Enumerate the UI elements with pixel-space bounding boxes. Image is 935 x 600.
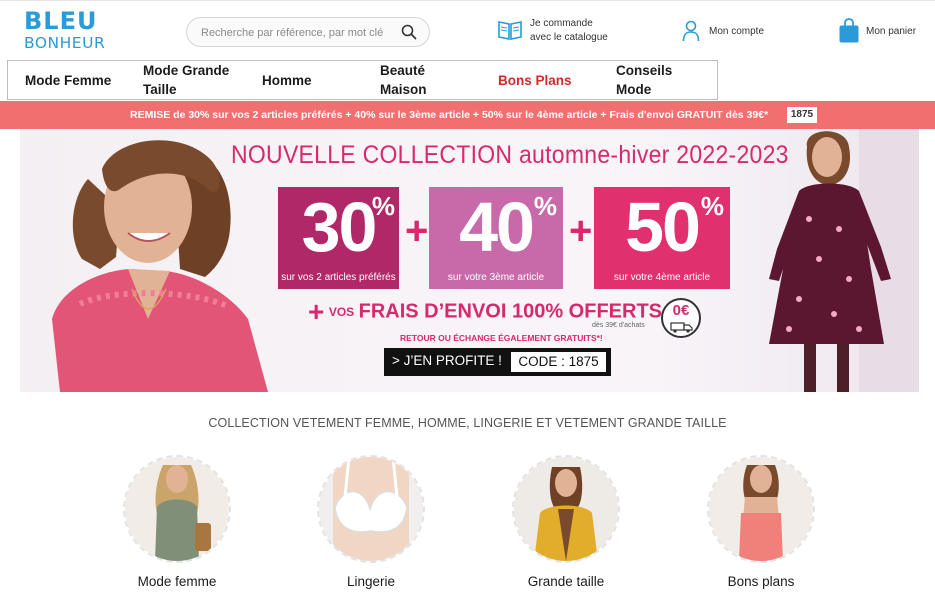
cta-code: CODE : 1875 [511, 352, 606, 372]
free-shipping-badge: 0€ [661, 298, 701, 338]
cart-label: Mon panier [866, 26, 917, 37]
delivery-truck-icon [670, 322, 693, 333]
nav-item-bons-plans[interactable]: Bons Plans [498, 61, 588, 99]
logo-line-2: BONHEUR [24, 34, 106, 52]
search-box [186, 17, 430, 47]
category-image-grande-taille [512, 455, 620, 563]
catalogue-line-1: Je commande [530, 18, 593, 29]
account-label: Mon compte [709, 26, 765, 37]
promo-code: 1875 [787, 107, 817, 123]
catalogue-text: Je commande avec le catalogue [530, 17, 630, 45]
nav-item-mode-femme[interactable]: Mode Femme [25, 61, 135, 99]
discount-tile-50: 50 % sur votre 4ème article [594, 187, 730, 289]
plus-sign-1: + [405, 209, 429, 253]
promo-strip[interactable]: REMISE de 30% sur vos 2 articles préféré… [0, 101, 935, 129]
cart-link[interactable]: Mon panier [838, 18, 933, 46]
category-label-lingerie: Lingerie [346, 574, 396, 589]
discount-caption-30: sur vos 2 articles préférés [281, 272, 396, 283]
nav-item-mode-grande-taille[interactable]: Mode Grande Taille [143, 61, 235, 99]
discount-tile-30: 30 % sur vos 2 articles préférés [278, 187, 399, 289]
discount-unit-30: % [371, 191, 395, 221]
free-shipping-zero: 0€ [672, 302, 690, 319]
offer-plus: + [308, 296, 325, 327]
search-icon[interactable] [401, 24, 417, 40]
user-icon [682, 20, 700, 42]
category-mode-femme[interactable]: Mode femme [107, 455, 247, 595]
catalogue-link[interactable]: Je commande avec le catalogue [497, 17, 627, 49]
discount-caption-50: sur votre 4ème article [613, 272, 711, 283]
nav-item-homme[interactable]: Homme [262, 61, 332, 99]
category-bons-plans[interactable]: Bons plans [691, 455, 831, 595]
shopping-bag-icon [839, 18, 859, 43]
free-shipping-minimum: dès 39€ d'achats [592, 322, 645, 329]
nav-item-conseils-mode[interactable]: Conseils Mode [616, 61, 686, 99]
nav-item-beaute-maison[interactable]: Beauté Maison [380, 61, 440, 99]
category-image-lingerie [317, 455, 425, 563]
category-image-mode-femme [123, 455, 231, 563]
logo-line-1: BLEU [24, 7, 98, 35]
plus-sign-2: + [569, 209, 593, 253]
banner-headline: NOUVELLE COLLECTION automne-hiver 2022-2… [231, 141, 789, 169]
logo[interactable]: BLEU BONHEUR [24, 9, 124, 55]
catalogue-book-icon [498, 21, 522, 40]
category-lingerie[interactable]: Lingerie [301, 455, 441, 595]
discount-unit-40: % [533, 191, 557, 221]
account-link[interactable]: Mon compte [682, 20, 782, 44]
collection-title: COLLECTION VETEMENT FEMME, HOMME, LINGER… [208, 416, 727, 430]
main-nav: Mode Femme Mode Grande Taille Homme Beau… [7, 60, 718, 100]
free-returns-text: RETOUR OU ÉCHANGE ÉGALEMENT GRATUITS*! [400, 333, 603, 343]
cta-label: > J’EN PROFITE ! [392, 353, 502, 368]
discount-caption-40: sur votre 3ème article [447, 272, 545, 283]
category-label-bons-plans: Bons plans [727, 574, 795, 589]
offer-main: FRAIS D’ENVOI 100% OFFERTS [358, 300, 662, 323]
discount-unit-50: % [700, 191, 724, 221]
category-image-bons-plans [707, 455, 815, 563]
category-label-grande-taille: Grande taille [527, 574, 605, 589]
catalogue-line-2: avec le catalogue [530, 32, 608, 43]
promo-text: REMISE de 30% sur vos 2 articles préféré… [130, 109, 769, 121]
discount-tile-40: 40 % sur votre 3ème article [429, 187, 563, 289]
category-label-mode-femme: Mode femme [137, 574, 217, 589]
category-grande-taille[interactable]: Grande taille [496, 455, 636, 595]
hero-banner[interactable]: NOUVELLE COLLECTION automne-hiver 2022-2… [20, 129, 919, 392]
search-input[interactable] [201, 24, 391, 42]
promo-cta-button[interactable]: > J’EN PROFITE ! CODE : 1875 [384, 348, 611, 376]
offer-vos: VOS [328, 305, 355, 319]
site-header: BLEU BONHEUR Je commande avec le catalog… [0, 0, 935, 62]
